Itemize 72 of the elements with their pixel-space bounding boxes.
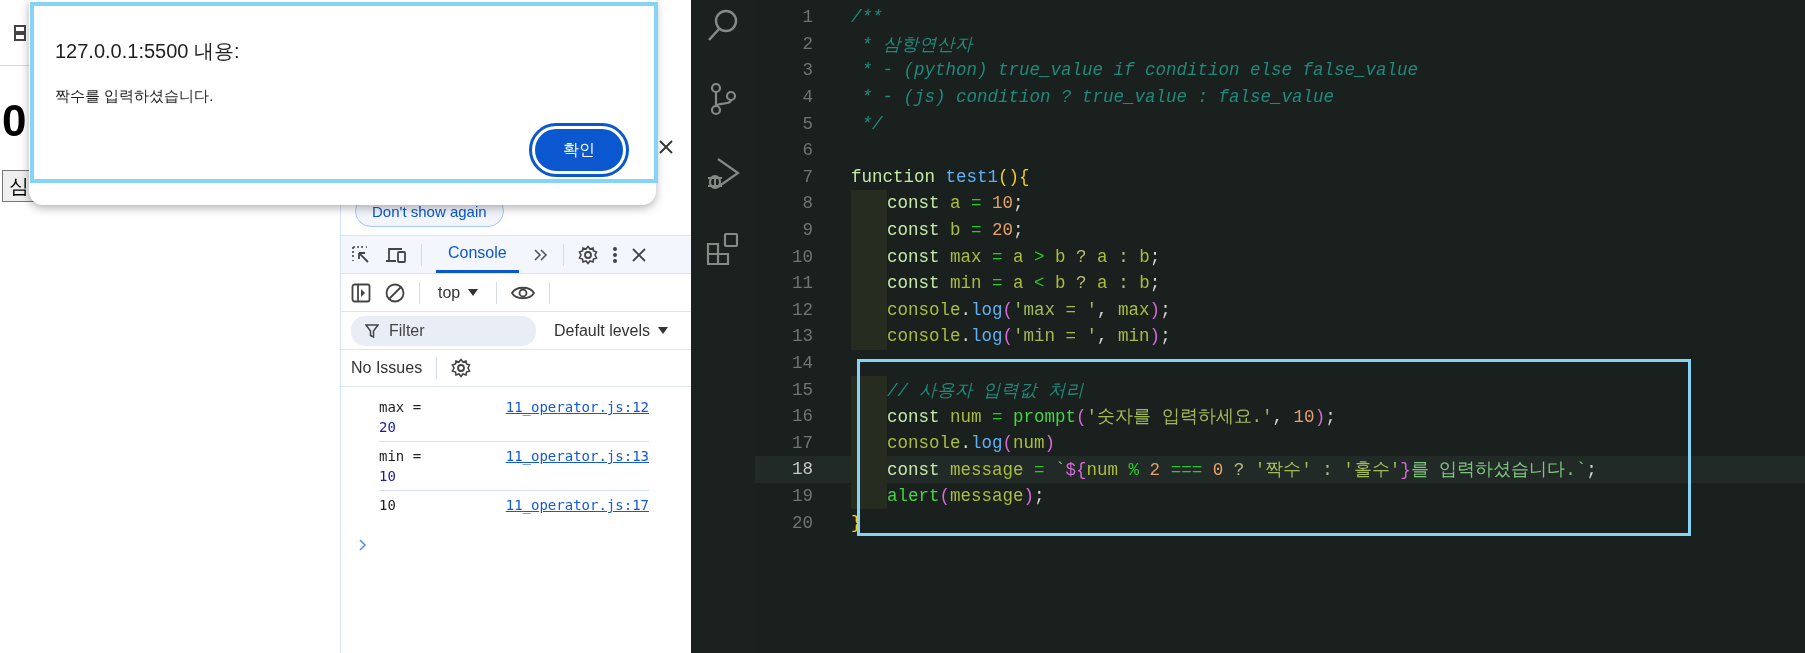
line-number: 15 [791, 379, 813, 400]
dialog-message: 짝수를 입력하셨습니다. [55, 87, 215, 106]
line-number: 13 [791, 326, 813, 347]
code-line: * - (python) true_value if condition else false_value [860, 60, 1419, 81]
dialog-title: 127.0.0.1:5500 내용: [55, 39, 241, 64]
line-number: 14 [791, 353, 813, 373]
close-icon[interactable] [631, 247, 646, 262]
search-icon[interactable] [707, 8, 739, 42]
page-heading: 0 [2, 96, 27, 146]
clear-console-icon[interactable] [385, 282, 405, 303]
line-number: 8 [801, 193, 813, 214]
code-line: const message = `${num % 2 === 0 ? '짝수' : '홀수'}를 입력하셨습니다.`; [887, 459, 1597, 482]
log-message: 10 [379, 497, 396, 513]
line-number: 12 [791, 299, 813, 320]
log-value: 20 [379, 419, 397, 435]
line-number: 4 [801, 87, 813, 108]
code-line: const a = 10; [887, 193, 1024, 214]
line-number: 3 [801, 60, 813, 81]
code-line: /** [851, 7, 883, 28]
settings-icon[interactable] [451, 358, 472, 378]
more-options-icon[interactable] [611, 245, 618, 264]
line-number: 17 [791, 432, 813, 453]
settings-icon[interactable] [577, 244, 598, 265]
code-line: const num = prompt('숫자를 입력하세요.', 10); [887, 406, 1336, 429]
prompt-caret-icon[interactable] [359, 539, 367, 551]
line-number: 2 [801, 33, 813, 54]
line-number: 11 [791, 273, 813, 294]
more-tabs-icon[interactable] [532, 247, 549, 262]
code-line: * - (js) condition ? true_value : false_value [860, 87, 1335, 108]
extensions-icon[interactable] [706, 232, 740, 266]
filter-icon [365, 323, 379, 338]
line-number: 18 [791, 459, 813, 480]
line-number: 20 [791, 512, 813, 533]
log-message: min = [379, 448, 422, 464]
line-number: 6 [801, 140, 813, 161]
issues-label: No Issues [351, 359, 423, 377]
page-icon[interactable] [14, 24, 26, 41]
code-line: alert(message); [887, 486, 1045, 506]
run-debug-icon[interactable] [706, 156, 740, 192]
dropdown-arrow-icon [468, 289, 479, 296]
source-link[interactable]: 11_operator.js:12 [505, 399, 649, 435]
levels-dropdown[interactable]: Default levels [550, 321, 673, 340]
close-icon[interactable] [659, 140, 673, 154]
context-dropdown[interactable]: top [434, 283, 483, 302]
code-line: // 사용자 입력값 처리 [887, 379, 1084, 402]
line-number: 1 [801, 7, 813, 28]
line-number: 19 [791, 486, 813, 506]
code-line: const b = 20; [887, 220, 1024, 241]
line-number: 10 [791, 246, 813, 267]
line-number: 9 [801, 220, 813, 241]
source-link[interactable]: 11_operator.js:13 [505, 448, 649, 484]
code-line: const max = a > b ? a : b; [887, 246, 1161, 267]
code-line: function test1(){ [851, 166, 1030, 187]
source-control-icon[interactable] [709, 82, 737, 116]
ok-button[interactable]: 확인 [532, 126, 626, 174]
code-line: const min = a < b ? a : b; [887, 273, 1161, 294]
filter-field[interactable]: Filter [351, 315, 536, 346]
source-link[interactable]: 11_operator.js:17 [505, 497, 649, 513]
code-line: */ [860, 113, 883, 134]
sidebar-icon[interactable] [351, 282, 371, 303]
log-value: 10 [379, 468, 397, 484]
code-line: console.log('min = ', min); [887, 326, 1171, 347]
dropdown-arrow-icon [658, 327, 669, 334]
line-number: 5 [801, 113, 813, 134]
code-line: * 삼항연산자 [860, 33, 973, 56]
code-line: console.log(num) [887, 432, 1056, 453]
line-number: 7 [801, 166, 813, 187]
eye-icon[interactable] [511, 284, 536, 301]
inspect-icon[interactable] [351, 244, 371, 265]
code-line: console.log('max = ', max); [887, 299, 1171, 320]
line-number: 16 [791, 406, 813, 427]
log-message: max = [379, 399, 422, 415]
